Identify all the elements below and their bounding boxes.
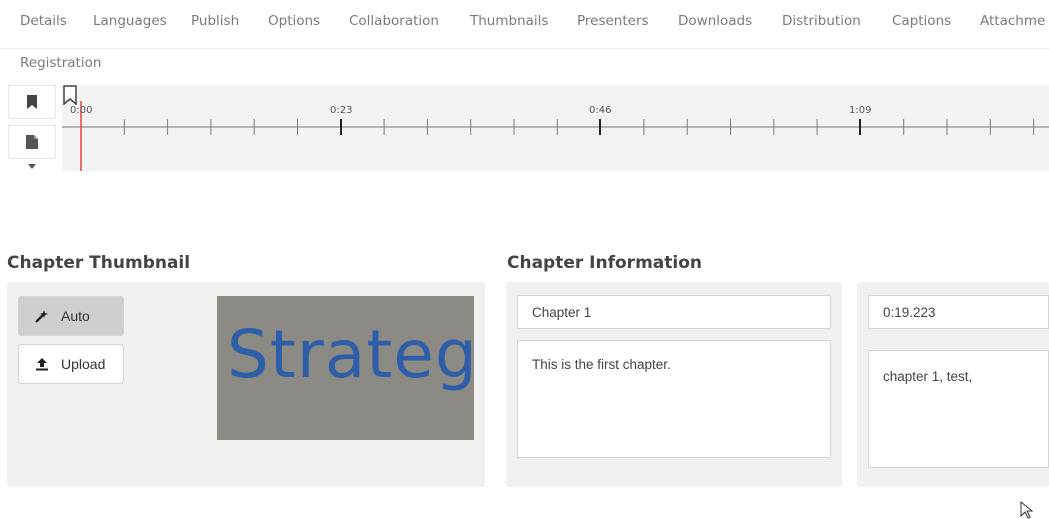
tab-options[interactable]: Options <box>268 13 320 29</box>
tab-publish[interactable]: Publish <box>191 13 239 29</box>
tab-bar: Details Languages Publish Options Collab… <box>0 0 1049 49</box>
timeline-tools <box>8 85 56 175</box>
file-icon <box>26 135 38 149</box>
timeline-ruler: 0:00 0:23 0:46 1:09 <box>62 101 1049 171</box>
tick-label: 0:23 <box>330 105 352 116</box>
auto-label: Auto <box>61 308 90 324</box>
auto-thumbnail-button[interactable]: Auto <box>18 296 124 336</box>
bookmark-icon <box>27 95 37 109</box>
tick-label: 1:09 <box>849 105 871 116</box>
tab-languages[interactable]: Languages <box>93 13 167 29</box>
tab-details[interactable]: Details <box>20 13 67 29</box>
tab-downloads[interactable]: Downloads <box>678 13 752 29</box>
chapter-information-title: Chapter Information <box>507 253 702 273</box>
tab-collaboration[interactable]: Collaboration <box>349 13 439 29</box>
chapter-keywords-textarea[interactable]: chapter 1, test, <box>868 350 1049 468</box>
chapter-timestamp-input[interactable]: 0:19.223 <box>868 295 1049 329</box>
chapter-thumbnail-image: Strategy <box>217 296 474 440</box>
chapter-title-input[interactable]: Chapter 1 <box>517 295 831 329</box>
caret-down-icon <box>28 163 36 169</box>
chapter-description-textarea[interactable]: This is the first chapter. <box>517 340 831 458</box>
mouse-cursor-icon <box>1020 501 1034 519</box>
tab-registration[interactable]: Registration <box>20 55 101 71</box>
tick-label: 0:00 <box>70 105 92 116</box>
chapter-marker-icon[interactable] <box>62 85 78 105</box>
magic-wand-icon <box>33 309 51 323</box>
more-tools-button[interactable] <box>8 157 56 175</box>
upload-label: Upload <box>61 356 106 372</box>
tab-distribution[interactable]: Distribution <box>782 13 861 29</box>
chapter-thumbnail-title: Chapter Thumbnail <box>7 253 191 273</box>
upload-thumbnail-button[interactable]: Upload <box>18 344 124 384</box>
upload-icon <box>33 357 51 371</box>
add-chapter-button[interactable] <box>8 85 56 119</box>
tab-captions[interactable]: Captions <box>892 13 951 29</box>
tab-attachments[interactable]: Attachme <box>980 13 1045 29</box>
add-file-button[interactable] <box>8 125 56 159</box>
tab-thumbnails[interactable]: Thumbnails <box>470 13 548 29</box>
thumbnail-image-text: Strategy <box>227 316 474 393</box>
timeline[interactable]: 0:00 0:23 0:46 1:09 <box>62 85 1049 171</box>
tick-label: 0:46 <box>589 105 611 116</box>
tab-presenters[interactable]: Presenters <box>577 13 649 29</box>
